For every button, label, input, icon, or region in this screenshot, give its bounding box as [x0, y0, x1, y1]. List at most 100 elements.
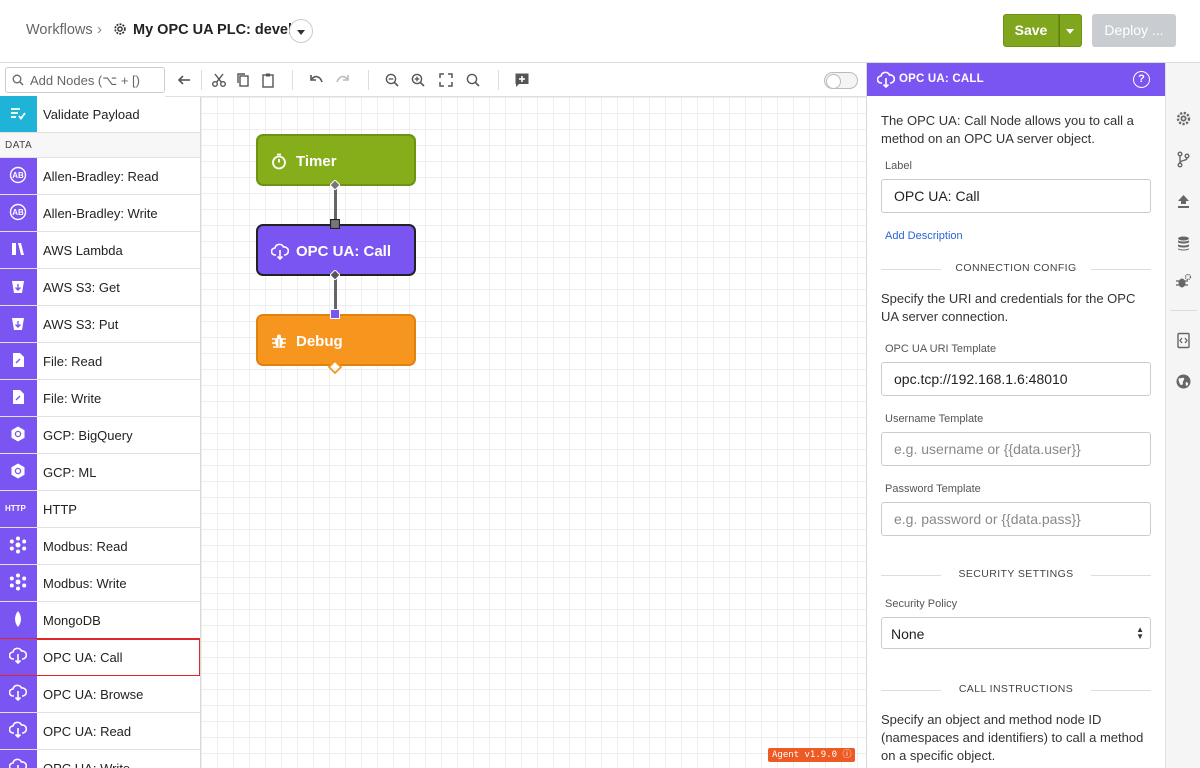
palette-item-label: Modbus: Write: [43, 576, 127, 591]
call-instructions-description: Specify an object and method node ID (na…: [881, 712, 1144, 763]
palette-item-opc-ua-write[interactable]: OPC UA: Write: [0, 750, 200, 768]
output-port[interactable]: [328, 360, 342, 374]
zoom-out-icon[interactable]: [384, 72, 400, 88]
security-policy-select[interactable]: None ▲ ▼: [881, 617, 1151, 649]
top-bar: Workflows › My OPC UA PLC: develop Save …: [0, 0, 1200, 63]
palette-item-label: File: Read: [43, 354, 103, 369]
password-template-input[interactable]: [881, 502, 1151, 536]
palette-item-label: File: Write: [43, 391, 102, 406]
workflow-menu-dropdown[interactable]: [289, 19, 313, 43]
palette-item-aws-s3-get[interactable]: AWS S3: Get: [0, 269, 200, 306]
help-icon[interactable]: ?: [1133, 71, 1150, 88]
file-icon: [0, 380, 37, 416]
palette-item-aws-lambda[interactable]: AWS Lambda: [0, 232, 200, 269]
palette-item-label: AWS Lambda: [43, 243, 123, 258]
add-comment-icon[interactable]: [514, 72, 530, 88]
palette-item-allen-bradley-read[interactable]: AB Allen-Bradley: Read: [0, 158, 200, 195]
palette-item-allen-bradley-write[interactable]: AB Allen-Bradley: Write: [0, 195, 200, 232]
agent-version-text: Agent v1.9.0: [772, 750, 838, 760]
svg-text:AB: AB: [12, 208, 24, 217]
save-options-dropdown[interactable]: [1059, 14, 1082, 47]
password-field-label: Password Template: [885, 483, 981, 495]
http-icon-text: HTTP: [5, 504, 26, 513]
palette-item-validate-payload[interactable]: Validate Payload: [0, 96, 200, 133]
timer-node[interactable]: Timer: [256, 134, 416, 186]
connection-description: Specify the URI and credentials for the …: [881, 291, 1136, 324]
palette-item-opc-ua-browse[interactable]: OPC UA: Browse: [0, 676, 200, 713]
save-button[interactable]: Save: [1003, 14, 1059, 47]
toolbar-divider: [368, 70, 369, 90]
gear-icon: [114, 23, 126, 35]
input-port[interactable]: [330, 309, 340, 319]
palette-item-opc-ua-call[interactable]: OPC UA: Call: [0, 638, 200, 677]
toolbar-divider: [498, 70, 499, 90]
agent-version-badge: Agent v1.9.0 ⓘ: [768, 748, 856, 762]
section-title: CONNECTION CONFIG: [955, 262, 1077, 274]
settings-toggle[interactable]: [824, 72, 858, 89]
cloud-icon: [877, 71, 895, 88]
palette-item-http[interactable]: HTTP HTTP: [0, 491, 200, 528]
bucket-icon: [0, 306, 37, 342]
copy-icon[interactable]: [235, 72, 251, 88]
globe-icon[interactable]: [1175, 373, 1192, 390]
debug-node[interactable]: Debug: [256, 314, 416, 366]
ab-icon: AB: [0, 195, 37, 231]
section-title: CALL INSTRUCTIONS: [958, 683, 1074, 695]
palette-item-label: OPC UA: Write: [43, 761, 130, 768]
paste-icon[interactable]: [260, 72, 276, 88]
input-port[interactable]: [330, 219, 340, 229]
workflow-canvas[interactable]: Timer OPC UA: Call Debug Agent v1.9.0 ⓘ: [201, 97, 866, 768]
add-nodes-input[interactable]: [30, 71, 162, 89]
bug-icon: [272, 334, 286, 348]
palette-item-mongodb[interactable]: MongoDB: [0, 602, 200, 639]
add-nodes-search[interactable]: [5, 67, 165, 93]
cloud-icon: [0, 750, 37, 768]
opc-ua-call-node[interactable]: OPC UA: Call: [256, 224, 416, 276]
section-call-instructions: CALL INSTRUCTIONS: [881, 683, 1151, 697]
search-icon: [12, 74, 24, 86]
toolbar-divider: [292, 70, 293, 90]
cloud-icon: [271, 243, 289, 260]
http-icon: HTTP: [0, 491, 37, 527]
palette-item-label: OPC UA: Call: [43, 650, 123, 665]
zoom-reset-icon[interactable]: [465, 72, 481, 88]
cloud-icon: [0, 639, 37, 675]
panel-header: OPC UA: CALL ?: [867, 63, 1165, 96]
palette-item-opc-ua-read[interactable]: OPC UA: Read: [0, 713, 200, 750]
palette-item-gcp-bigquery[interactable]: GCP: BigQuery: [0, 417, 200, 454]
palette-item-modbus-read[interactable]: Modbus: Read: [0, 528, 200, 565]
breadcrumb-workflows[interactable]: Workflows: [26, 22, 93, 38]
debug-settings-icon[interactable]: [1175, 273, 1192, 290]
label-input[interactable]: [881, 179, 1151, 213]
version-branch-icon[interactable]: [1175, 151, 1192, 168]
stopwatch-icon: [272, 153, 286, 170]
output-port[interactable]: [330, 180, 340, 190]
palette-item-gcp-ml[interactable]: GCP: ML: [0, 454, 200, 491]
username-template-input[interactable]: [881, 432, 1151, 466]
label-field-label: Label: [885, 160, 912, 172]
deploy-button[interactable]: Deploy ...: [1092, 14, 1176, 47]
palette-item-label: OPC UA: Read: [43, 724, 132, 739]
uri-template-input[interactable]: [881, 362, 1151, 396]
section-title: SECURITY SETTINGS: [958, 568, 1074, 580]
palette-list: Validate Payload DATA AB Allen-Bradley: R…: [0, 96, 200, 768]
cut-icon[interactable]: [211, 72, 227, 88]
database-icon[interactable]: [1175, 235, 1192, 252]
code-icon[interactable]: [1175, 332, 1192, 349]
right-sidebar-rail: [1165, 63, 1200, 768]
undo-icon[interactable]: [308, 72, 324, 88]
palette-item-aws-s3-put[interactable]: AWS S3: Put: [0, 306, 200, 343]
upload-icon[interactable]: [1175, 193, 1192, 210]
add-description-link[interactable]: Add Description: [885, 230, 963, 242]
fit-to-screen-icon[interactable]: [438, 72, 454, 88]
gear-icon[interactable]: [1175, 110, 1192, 127]
redo-icon[interactable]: [335, 72, 351, 88]
palette-item-file-read[interactable]: File: Read: [0, 343, 200, 380]
zoom-in-icon[interactable]: [410, 72, 426, 88]
security-policy-value: None: [891, 626, 925, 642]
breadcrumb-separator: ›: [97, 21, 102, 38]
palette-item-file-write[interactable]: File: Write: [0, 380, 200, 417]
collapse-palette-icon[interactable]: [176, 72, 192, 88]
palette-item-modbus-write[interactable]: Modbus: Write: [0, 565, 200, 602]
output-port[interactable]: [330, 270, 340, 280]
